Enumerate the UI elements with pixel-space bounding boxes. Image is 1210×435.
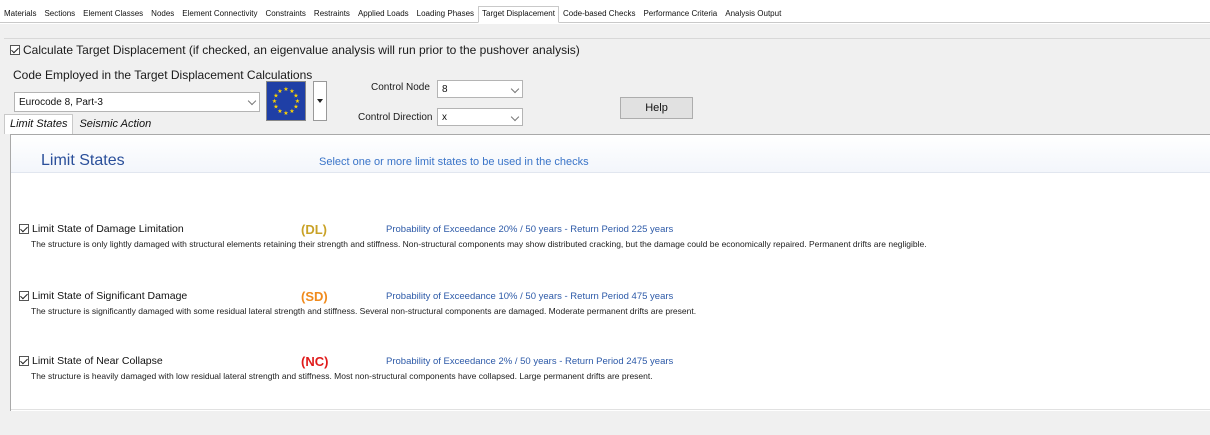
tab-nodes[interactable]: Nodes (147, 6, 178, 22)
tab-performance-criteria[interactable]: Performance Criteria (639, 6, 721, 22)
code-employed-label: Code Employed in the Target Displacement… (13, 68, 313, 82)
tab-sections[interactable]: Sections (40, 6, 79, 22)
limit-state-dl-checkbox[interactable]: Limit State of Damage Limitation (19, 223, 301, 235)
code-select-value: Eurocode 8, Part-3 (19, 96, 103, 108)
checkbox-checked-icon[interactable] (19, 356, 29, 366)
flag-dropdown-button[interactable] (313, 81, 327, 121)
limit-state-dl: Limit State of Damage Limitation (DL) Pr… (19, 222, 1204, 249)
tab-target-displacement[interactable]: Target Displacement (478, 6, 559, 23)
control-node-label: Control Node (371, 82, 430, 93)
panel-divider (4, 38, 1210, 39)
limit-states-title: Limit States (41, 152, 125, 169)
limit-states-header: Limit States Select one or more limit st… (11, 135, 1210, 173)
limit-states-content: Limit States Select one or more limit st… (10, 134, 1210, 411)
tab-loading-phases[interactable]: Loading Phases (413, 6, 478, 22)
svg-text:★: ★ (289, 108, 294, 115)
limit-state-code: (DL) (301, 221, 327, 237)
limit-state-description: The structure is only lightly damaged wi… (31, 239, 927, 249)
tab-element-classes[interactable]: Element Classes (79, 6, 147, 22)
limit-state-name: Limit State of Significant Damage (32, 290, 188, 302)
limit-state-probability: Probability of Exceedance 20% / 50 years… (386, 223, 674, 235)
code-select[interactable]: Eurocode 8, Part-3 (14, 92, 260, 112)
tab-limit-states[interactable]: Limit States (4, 114, 74, 134)
checkbox-checked-icon[interactable] (19, 291, 29, 301)
content-bottom-divider (11, 409, 1210, 410)
checkbox-checked-icon[interactable] (19, 224, 29, 234)
limit-state-description: The structure is heavily damaged with lo… (31, 371, 653, 381)
calculate-target-displacement-label: Calculate Target Displacement (if checke… (23, 43, 580, 57)
tab-applied-loads[interactable]: Applied Loads (354, 6, 413, 22)
svg-text:★: ★ (283, 86, 288, 93)
limit-state-probability: Probability of Exceedance 2% / 50 years … (386, 355, 674, 367)
checkbox-checked-icon[interactable] (10, 45, 20, 55)
calculate-target-displacement-checkbox[interactable]: Calculate Target Displacement (if checke… (10, 43, 580, 57)
eu-flag-icon[interactable]: ★ ★ ★ ★ ★ ★ ★ ★ ★ ★ ★ ★ (266, 81, 306, 121)
limit-state-name: Limit State of Damage Limitation (32, 223, 184, 235)
control-direction-label: Control Direction (358, 112, 433, 123)
svg-text:★: ★ (283, 110, 288, 117)
limit-state-code: (SD) (301, 288, 328, 304)
limit-state-description: The structure is significantly damaged w… (31, 306, 697, 316)
svg-text:★: ★ (277, 88, 282, 95)
chevron-down-icon (247, 96, 257, 106)
control-node-select[interactable]: 8 (437, 80, 523, 98)
limit-state-sd-checkbox[interactable]: Limit State of Significant Damage (19, 290, 301, 302)
main-tab-strip: Materials Sections Element Classes Nodes… (0, 6, 1210, 23)
tab-seismic-action[interactable]: Seismic Action (73, 114, 157, 134)
limit-state-sd: Limit State of Significant Damage (SD) P… (19, 289, 1204, 316)
tab-restraints[interactable]: Restraints (310, 6, 354, 22)
eu-stars-graphic: ★ ★ ★ ★ ★ ★ ★ ★ ★ ★ ★ ★ (272, 86, 300, 117)
limit-state-nc-checkbox[interactable]: Limit State of Near Collapse (19, 355, 301, 367)
chevron-down-icon (510, 84, 520, 94)
control-direction-select[interactable]: x (437, 108, 523, 126)
limit-state-nc: Limit State of Near Collapse (NC) Probab… (19, 354, 1204, 381)
inner-tab-strip: Limit States Seismic Action (4, 113, 157, 134)
tab-analysis-output[interactable]: Analysis Output (721, 6, 785, 22)
help-button[interactable]: Help (620, 97, 693, 119)
tab-constraints[interactable]: Constraints (261, 6, 309, 22)
limit-state-probability: Probability of Exceedance 10% / 50 years… (386, 290, 674, 302)
limit-state-code: (NC) (301, 353, 329, 369)
control-direction-value: x (442, 111, 447, 123)
limit-states-subtitle: Select one or more limit states to be us… (319, 156, 589, 168)
tab-materials[interactable]: Materials (0, 6, 40, 22)
chevron-down-icon (510, 112, 520, 122)
control-node-value: 8 (442, 83, 448, 95)
limit-state-name: Limit State of Near Collapse (32, 355, 163, 367)
tab-element-connectivity[interactable]: Element Connectivity (178, 6, 261, 22)
tab-code-based-checks[interactable]: Code-based Checks (559, 6, 639, 22)
